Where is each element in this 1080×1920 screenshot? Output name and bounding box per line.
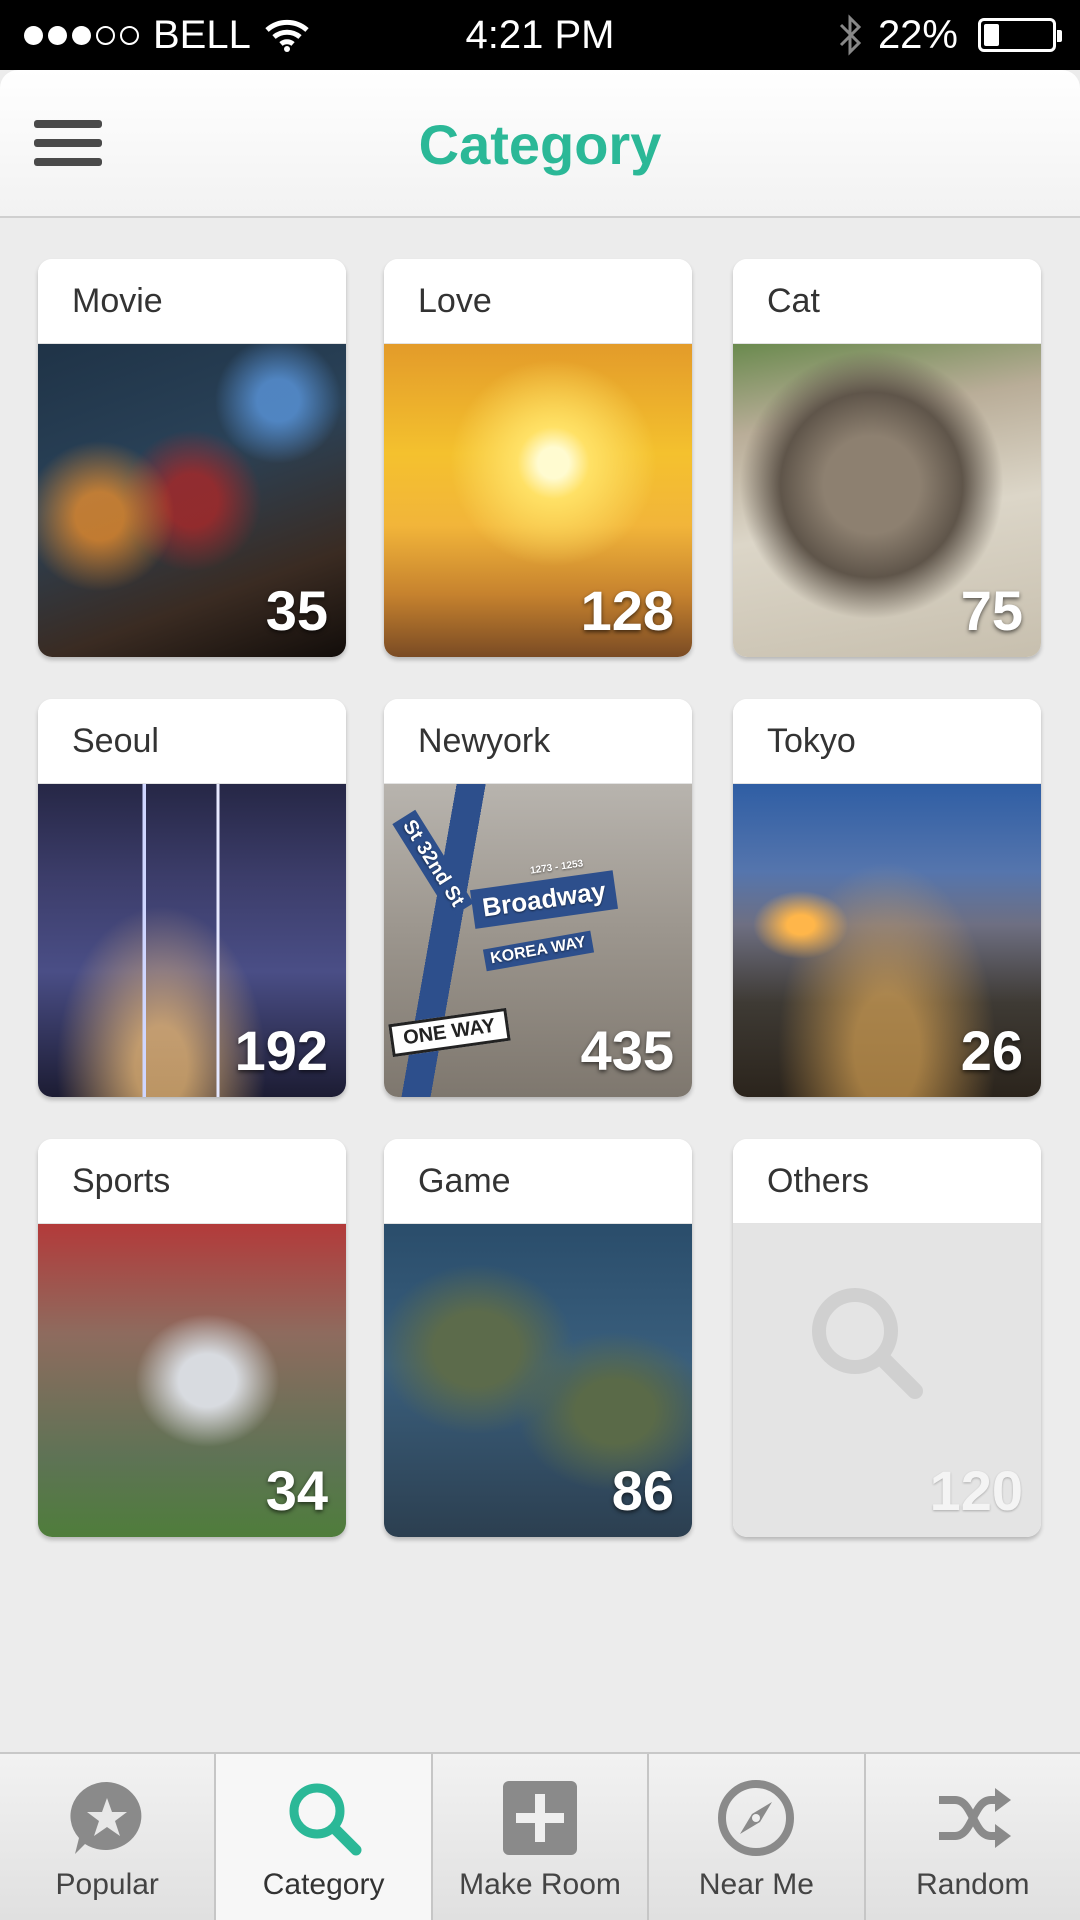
category-image: 192 xyxy=(38,784,346,1097)
category-label: Cat xyxy=(733,259,1041,344)
category-card-cat[interactable]: Cat 75 xyxy=(733,259,1041,657)
plus-icon xyxy=(500,1778,580,1858)
star-bubble-icon xyxy=(67,1778,147,1858)
battery-icon xyxy=(978,18,1062,52)
signal-dot xyxy=(96,25,115,45)
category-label: Tokyo xyxy=(733,699,1041,784)
status-right: 22% xyxy=(838,12,1062,58)
compass-icon xyxy=(716,1778,796,1858)
tab-bar: Popular Category Make Room Near Me Rando… xyxy=(0,1752,1080,1920)
tab-label: Popular xyxy=(55,1868,159,1901)
category-card-love[interactable]: Love 128 xyxy=(384,259,692,657)
category-card-seoul[interactable]: Seoul 192 xyxy=(38,699,346,1097)
category-label: Movie xyxy=(38,259,346,344)
category-card-sports[interactable]: Sports 34 xyxy=(38,1139,346,1537)
category-card-movie[interactable]: Movie 35 xyxy=(38,259,346,657)
category-label: Sports xyxy=(38,1139,346,1224)
category-count: 35 xyxy=(265,579,328,642)
category-card-newyork[interactable]: Newyork St 32nd St Broadway 1273 - 1253 … xyxy=(384,699,692,1097)
category-label: Others xyxy=(733,1139,1041,1224)
street-sign-text: St 32nd St xyxy=(392,809,474,918)
tab-near-me[interactable]: Near Me xyxy=(649,1754,866,1920)
status-left: BELL xyxy=(24,13,309,58)
battery-percent: 22% xyxy=(877,12,958,57)
tab-label: Category xyxy=(262,1868,385,1901)
category-count: 128 xyxy=(580,579,674,642)
carrier-name: BELL xyxy=(153,12,251,57)
wifi-icon xyxy=(265,19,309,52)
tab-label: Random xyxy=(916,1868,1030,1901)
category-card-others[interactable]: Others 120 xyxy=(733,1139,1041,1537)
street-sign-text: KOREA WAY xyxy=(482,930,594,972)
category-count: 120 xyxy=(929,1459,1023,1522)
category-count: 26 xyxy=(960,1019,1023,1082)
category-image: 75 xyxy=(733,344,1041,657)
bluetooth-icon xyxy=(839,14,862,56)
tab-popular[interactable]: Popular xyxy=(0,1754,217,1920)
status-bar: BELL 4:21 PM 22% xyxy=(0,0,1080,70)
category-count: 86 xyxy=(611,1459,674,1522)
category-image: 86 xyxy=(384,1224,692,1537)
shuffle-icon xyxy=(933,1778,1013,1858)
battery-fill xyxy=(984,24,999,46)
tab-label: Make Room xyxy=(459,1868,621,1901)
category-image: 120 xyxy=(733,1224,1041,1537)
search-icon xyxy=(284,1778,364,1858)
signal-dot xyxy=(72,25,91,45)
category-count: 192 xyxy=(234,1019,328,1082)
category-image: 26 xyxy=(733,784,1041,1097)
category-label: Game xyxy=(384,1139,692,1224)
tab-category[interactable]: Category xyxy=(216,1754,433,1920)
search-icon xyxy=(812,1288,923,1399)
street-sign-text: Broadway xyxy=(469,870,619,929)
category-image: 35 xyxy=(38,344,346,657)
category-label: Love xyxy=(384,259,692,344)
category-grid: Movie 35 Love 128 Cat 75 Seoul 192 Newyo… xyxy=(0,218,1080,1748)
category-count: 435 xyxy=(580,1019,674,1082)
tab-make-room[interactable]: Make Room xyxy=(433,1754,650,1920)
street-sign-text: 1273 - 1253 xyxy=(529,858,584,877)
category-image: 128 xyxy=(384,344,692,657)
signal-dot xyxy=(48,25,67,45)
tab-label: Near Me xyxy=(698,1868,814,1901)
signal-dot xyxy=(24,25,43,45)
signal-dot xyxy=(120,25,139,45)
category-card-tokyo[interactable]: Tokyo 26 xyxy=(733,699,1041,1097)
page-title: Category xyxy=(418,113,662,176)
tab-random[interactable]: Random xyxy=(866,1754,1080,1920)
category-label: Newyork xyxy=(384,699,692,784)
category-count: 75 xyxy=(960,579,1023,642)
category-label: Seoul xyxy=(38,699,346,784)
category-card-game[interactable]: Game 86 xyxy=(384,1139,692,1537)
street-sign-text: ONE WAY xyxy=(388,1007,511,1058)
category-image: St 32nd St Broadway 1273 - 1253 KOREA WA… xyxy=(384,784,692,1097)
category-count: 34 xyxy=(265,1459,328,1522)
category-image: 34 xyxy=(38,1224,346,1537)
navigation-bar: Category xyxy=(0,70,1080,218)
signal-strength-icon xyxy=(24,25,139,45)
